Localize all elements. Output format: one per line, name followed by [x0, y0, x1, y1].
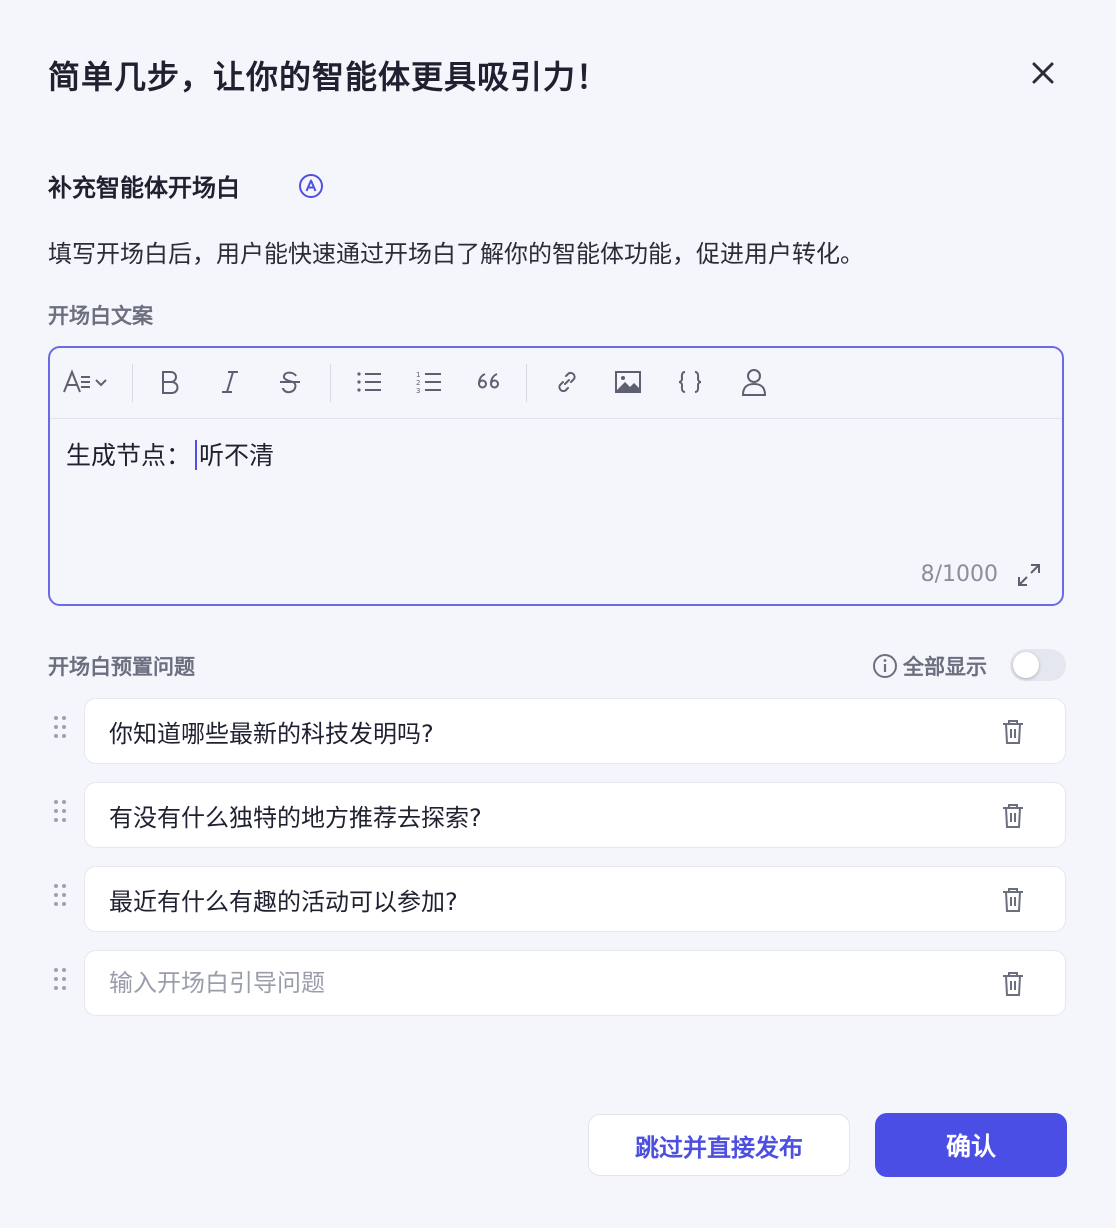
- ai-badge-icon: [299, 174, 323, 198]
- trash-icon: [1003, 804, 1023, 828]
- bold-button[interactable]: [156, 366, 184, 398]
- question-input[interactable]: [109, 867, 969, 931]
- opening-description: 填写开场白后，用户能快速通过开场白了解你的智能体功能，促进用户转化。: [48, 240, 864, 268]
- question-input[interactable]: [109, 699, 969, 763]
- italic-button[interactable]: [216, 366, 244, 398]
- numbered-list-button[interactable]: 1 2 3: [414, 366, 444, 398]
- bullet-list-icon: [357, 372, 381, 392]
- link-icon: [558, 371, 576, 393]
- expand-icon: [1018, 564, 1040, 586]
- svg-text:1: 1: [416, 371, 420, 379]
- drag-handle-icon[interactable]: [54, 968, 68, 996]
- question-row: [48, 866, 1066, 932]
- drag-handle-icon[interactable]: [54, 800, 68, 828]
- question-input[interactable]: [109, 783, 969, 847]
- editor-toolbar: 1 2 3: [50, 348, 1062, 419]
- opening-editor[interactable]: 1 2 3 生成节点： 听不清 8/1000: [48, 346, 1064, 606]
- svg-text:3: 3: [416, 387, 420, 394]
- user-variable-button[interactable]: [738, 366, 770, 398]
- svg-text:2: 2: [416, 379, 420, 387]
- quote-button[interactable]: [474, 366, 504, 398]
- delete-question-button[interactable]: [1001, 803, 1025, 829]
- toggle-knob: [1013, 652, 1039, 678]
- toolbar-separator: [526, 364, 527, 402]
- link-button[interactable]: [552, 366, 582, 398]
- editor-content[interactable]: 生成节点： 听不清: [66, 436, 274, 472]
- bold-icon: [162, 371, 179, 394]
- drag-handle-icon[interactable]: [54, 716, 68, 744]
- user-icon: [741, 369, 767, 396]
- trash-icon: [1003, 972, 1023, 996]
- image-button[interactable]: [612, 366, 644, 398]
- close-button[interactable]: [1026, 56, 1060, 90]
- italic-icon: [222, 371, 238, 393]
- toolbar-separator: [132, 364, 133, 402]
- drag-handle-icon[interactable]: [54, 884, 68, 912]
- question-box: [84, 950, 1066, 1016]
- confirm-button[interactable]: 确认: [875, 1113, 1067, 1177]
- delete-question-button[interactable]: [1001, 719, 1025, 745]
- dialog-title: 简单几步，让你的智能体更具吸引力！: [48, 58, 610, 96]
- show-all-toggle[interactable]: [1010, 649, 1066, 681]
- bullet-list-button[interactable]: [354, 366, 384, 398]
- code-braces-icon: [678, 371, 702, 393]
- skip-and-publish-button[interactable]: 跳过并直接发布: [588, 1114, 850, 1176]
- expand-button[interactable]: [1016, 562, 1042, 588]
- question-row: [48, 782, 1066, 848]
- editor-text-before: 生成节点：: [66, 441, 192, 470]
- strikethrough-button[interactable]: [276, 366, 304, 398]
- question-input[interactable]: [109, 951, 969, 1015]
- question-box: [84, 866, 1066, 932]
- question-box: [84, 698, 1066, 764]
- show-all-label: 全部显示: [903, 655, 987, 679]
- trash-icon: [1003, 888, 1023, 912]
- code-button[interactable]: [674, 366, 706, 398]
- numbered-list-icon: 1 2 3: [416, 371, 441, 394]
- char-counter: 8/1000: [920, 562, 998, 587]
- question-box: [84, 782, 1066, 848]
- question-row: [48, 698, 1066, 764]
- copy-label: 开场白文案: [48, 304, 153, 328]
- toolbar-separator: [330, 364, 331, 402]
- font-size-icon: [63, 369, 107, 393]
- delete-question-button[interactable]: [1001, 971, 1025, 997]
- preset-label: 开场白预置问题: [48, 655, 195, 679]
- opening-section-title: 补充智能体开场白: [48, 174, 240, 202]
- trash-icon: [1003, 720, 1023, 744]
- strikethrough-icon: [280, 371, 300, 394]
- editor-text-after: 听不清: [199, 441, 275, 470]
- question-row: [48, 950, 1066, 1016]
- info-icon: [873, 654, 897, 678]
- quote-icon: [478, 373, 499, 389]
- delete-question-button[interactable]: [1001, 887, 1025, 913]
- close-icon: [1032, 62, 1054, 84]
- font-size-button[interactable]: [62, 366, 112, 398]
- text-caret: [195, 440, 198, 470]
- image-icon: [615, 371, 641, 393]
